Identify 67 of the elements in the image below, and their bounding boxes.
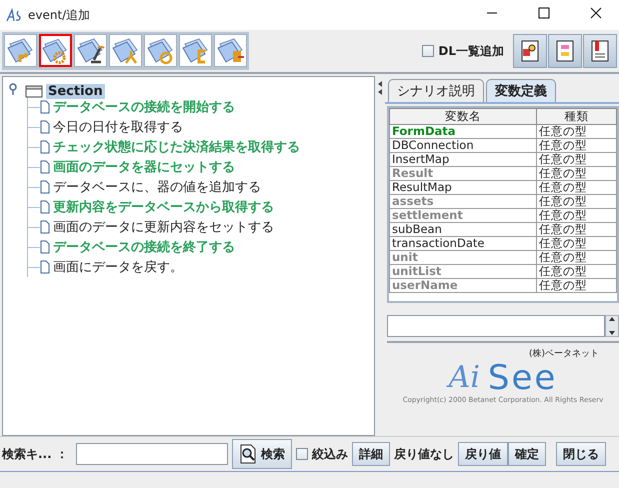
company-name: (株)ベータネット [528, 348, 599, 360]
table-cell: FormData [390, 124, 537, 138]
table-cell: 任意の型 [536, 138, 616, 152]
folder-bracket-icon[interactable] [179, 34, 212, 67]
column-header[interactable]: 変数名 [390, 108, 537, 124]
tab[interactable]: 変数定義 [486, 79, 556, 102]
filter-checkbox[interactable]: 絞込み [296, 446, 348, 462]
document-icon [40, 180, 50, 194]
document-icon [40, 200, 50, 214]
table-cell: subBean [390, 222, 537, 236]
table-cell: 任意の型 [536, 180, 616, 194]
logo-wordmark: See [488, 360, 558, 396]
search-icon [238, 444, 257, 464]
table-cell: InsertMap [390, 152, 537, 166]
tree-node[interactable]: データベースに、器の値を追加する [53, 178, 261, 196]
tree-node[interactable]: Section [46, 84, 105, 98]
table-cell: 任意の型 [536, 250, 616, 264]
document-icon [40, 100, 50, 114]
document-icon [40, 140, 50, 154]
table-cell: unit [390, 250, 537, 264]
table-cell: 任意の型 [536, 194, 616, 208]
table-cell: DBConnection [390, 138, 537, 152]
document-icon [40, 160, 50, 174]
document-icon [40, 220, 50, 234]
scroll-bar[interactable] [605, 315, 619, 337]
table-cell: 任意の型 [536, 152, 616, 166]
document-flow-icon[interactable] [548, 34, 582, 68]
column-header[interactable]: 種類 [536, 108, 616, 124]
folder-fork-icon[interactable] [109, 34, 142, 67]
folder-icon [25, 84, 43, 98]
document-icon [40, 120, 50, 134]
tree-node[interactable]: 画面のデータに更新内容をセットする [53, 218, 274, 236]
table-cell: 任意の型 [536, 208, 616, 222]
tab[interactable]: シナリオ説明 [388, 79, 484, 102]
return-status-label: 戻り値なし [394, 446, 454, 462]
folder-quill-icon[interactable] [74, 34, 107, 67]
table-cell: 任意の型 [536, 236, 616, 250]
table-cell: settlement [390, 208, 537, 222]
table-cell: ResultMap [390, 180, 537, 194]
search-button[interactable]: 検索 [232, 439, 292, 469]
table-cell: userName [390, 278, 537, 292]
tree-node[interactable]: 今日の日付を取得する [53, 118, 183, 136]
detail-button[interactable]: 詳細 [352, 442, 390, 466]
tree-node[interactable]: 画面にデータを戻す。 [53, 258, 183, 276]
table-cell: transactionDate [390, 236, 537, 250]
table-cell: unitList [390, 264, 537, 278]
close-window-button[interactable]: 閉じる [556, 442, 606, 466]
table-cell: 任意の型 [536, 166, 616, 180]
table-cell: assets [390, 194, 537, 208]
book-icon[interactable] [583, 34, 617, 68]
dl-list-checkbox[interactable]: DL一覧追加 [422, 42, 504, 60]
document-icon [40, 260, 50, 274]
confirm-button[interactable]: 確定 [508, 442, 546, 466]
logo-wordmark: Ai [448, 361, 480, 395]
return-value-button[interactable]: 戻り値 [458, 442, 508, 466]
table-cell: Result [390, 166, 537, 180]
search-key-label: 検索キ... ： [2, 446, 68, 462]
table-cell: 任意の型 [536, 124, 616, 138]
window-title: event/追加 [28, 6, 90, 24]
table-cell: 任意の型 [536, 222, 616, 236]
app-logo-icon [6, 8, 22, 22]
text-field[interactable] [387, 315, 605, 337]
search-field[interactable] [76, 443, 228, 465]
folder-gear-icon[interactable] [39, 34, 72, 67]
document-icon [40, 240, 50, 254]
table-cell: 任意の型 [536, 278, 616, 292]
table-cell: 任意の型 [536, 264, 616, 278]
